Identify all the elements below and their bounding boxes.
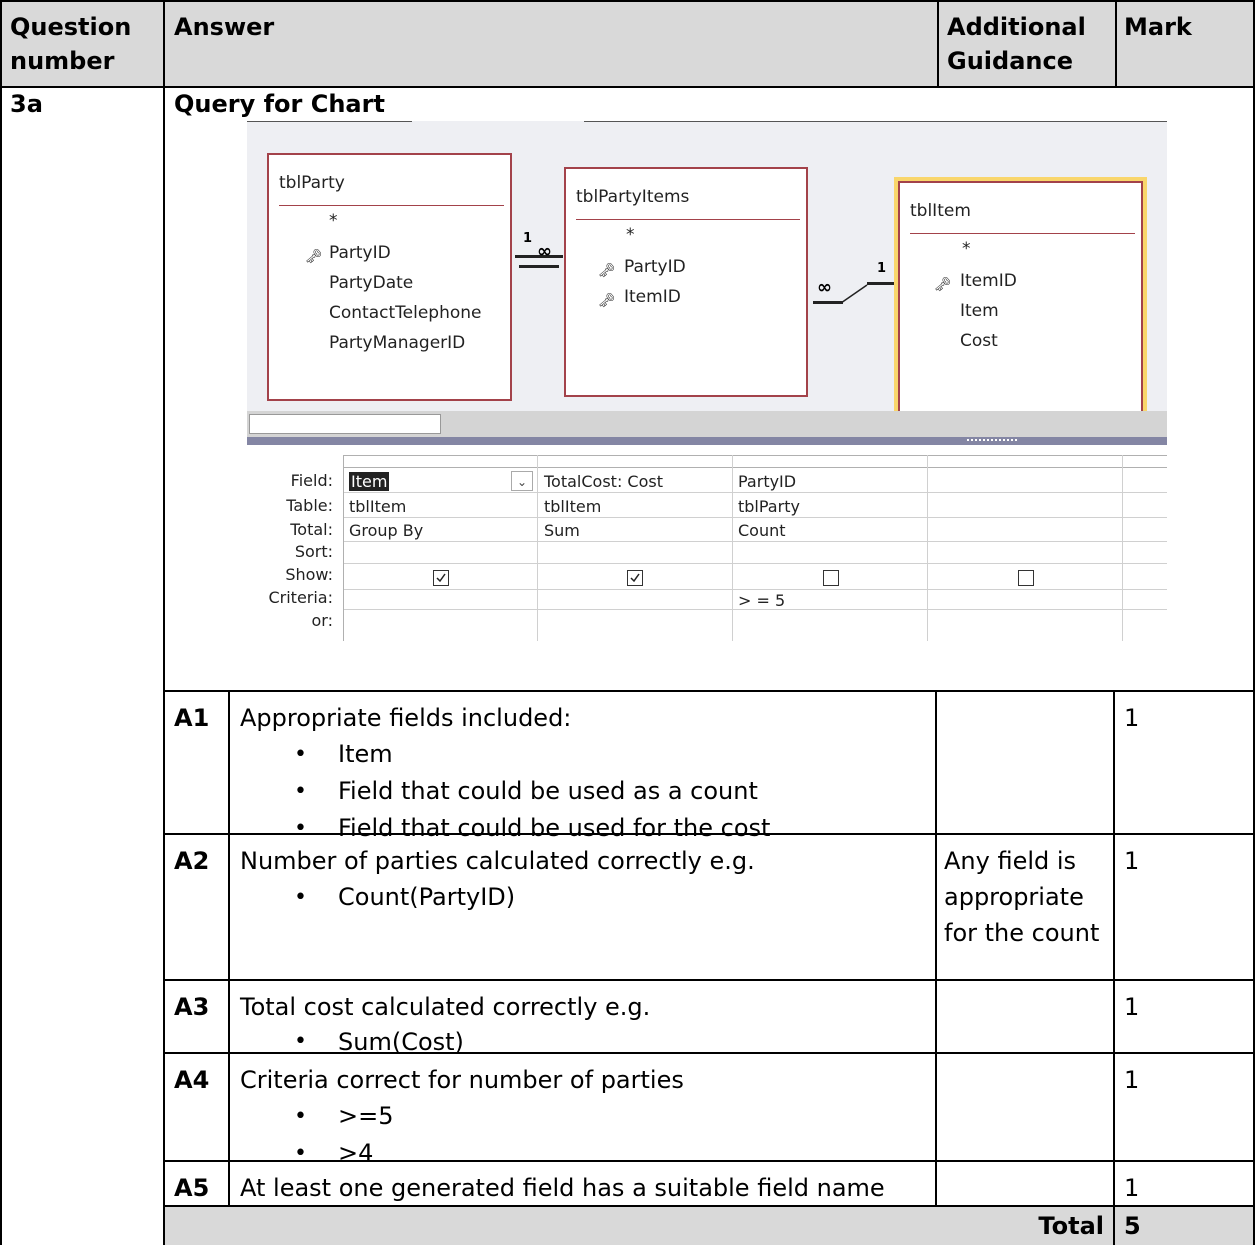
mark-code: A1 bbox=[174, 704, 210, 732]
grid-row-label: Field: bbox=[290, 471, 333, 490]
grid-row-label: or: bbox=[311, 611, 333, 630]
header-mark: Mark bbox=[1124, 13, 1192, 41]
field-item: Item bbox=[960, 301, 999, 321]
header-question-number: Question number bbox=[10, 13, 132, 75]
grid-row-label: Criteria: bbox=[268, 588, 333, 607]
field-item: PartyID bbox=[624, 257, 686, 277]
grid-cell-total[interactable]: Group By bbox=[349, 521, 423, 540]
header-answer: Answer bbox=[174, 13, 275, 41]
field-item: Cost bbox=[960, 331, 998, 351]
mark-criterion: Number of parties calculated correctly e… bbox=[240, 843, 930, 916]
grid-cell-total[interactable]: Count bbox=[738, 521, 786, 540]
table-title: tblItem bbox=[910, 201, 971, 221]
total-label: Total bbox=[1038, 1212, 1104, 1240]
grid-cell-field[interactable]: Item bbox=[349, 472, 390, 491]
field-item: ContactTelephone bbox=[329, 303, 482, 323]
table-box-tblitem[interactable]: tblItem * 🗝 ItemID Item Cost bbox=[898, 181, 1143, 413]
question-number: 3a bbox=[10, 90, 43, 118]
primary-key-icon: 🗝 bbox=[598, 263, 616, 279]
show-checkbox[interactable] bbox=[627, 570, 643, 586]
grid-cell-total[interactable]: Sum bbox=[544, 521, 580, 540]
mark-code: A4 bbox=[174, 1066, 210, 1094]
criterion-bullets: Count(PartyID) bbox=[240, 879, 930, 916]
mark-code: A5 bbox=[174, 1174, 210, 1202]
mark-value: 1 bbox=[1124, 1174, 1140, 1202]
grid-row-label: Sort: bbox=[294, 542, 333, 561]
table-title: tblParty bbox=[279, 173, 345, 193]
mark-value: 1 bbox=[1124, 847, 1140, 875]
relationship-many-label: ∞ bbox=[817, 277, 832, 298]
grid-cell-criteria[interactable]: > = 5 bbox=[738, 591, 785, 610]
grid-row-label: Show: bbox=[285, 565, 333, 584]
mark-code: A3 bbox=[174, 993, 210, 1021]
header-additional-guidance: Additional Guidance bbox=[947, 13, 1086, 75]
bullet-item: Item bbox=[240, 736, 930, 773]
grid-row-label: Total: bbox=[290, 520, 333, 539]
grid-cell-table[interactable]: tblItem bbox=[544, 497, 601, 516]
field-item: PartyManagerID bbox=[329, 333, 466, 353]
field-item: ItemID bbox=[624, 287, 681, 307]
relationship-one-label: 1 bbox=[877, 261, 887, 276]
field-item: PartyID bbox=[329, 243, 391, 263]
primary-key-icon: 🗝 bbox=[934, 277, 952, 293]
table-box-tblparty[interactable]: tblParty * 🗝 PartyID PartyDate ContactTe… bbox=[267, 153, 512, 401]
show-checkbox[interactable] bbox=[823, 570, 839, 586]
mark-value: 1 bbox=[1124, 993, 1140, 1021]
criterion-text: At least one generated field has a suita… bbox=[240, 1174, 885, 1202]
mark-criterion: Appropriate fields included: Item Field … bbox=[240, 700, 930, 847]
grid-row-label: Table: bbox=[286, 496, 333, 515]
query-grid: Field: Table: Total: Sort: Show: Criteri… bbox=[247, 445, 1167, 645]
table-box-tblpartyitems[interactable]: tblPartyItems * 🗝 PartyID 🗝 ItemID bbox=[564, 167, 808, 397]
mark-criterion: Criteria correct for number of parties >… bbox=[240, 1062, 930, 1172]
criterion-bullets: Item Field that could be used as a count… bbox=[240, 736, 930, 847]
table-title: tblPartyItems bbox=[576, 187, 690, 207]
query-design-screenshot: tblParty * 🗝 PartyID PartyDate ContactTe… bbox=[247, 121, 1167, 646]
relationship-many-label: ∞ bbox=[537, 241, 552, 262]
mark-code: A2 bbox=[174, 847, 210, 875]
total-value: 5 bbox=[1124, 1212, 1141, 1240]
criterion-text: Criteria correct for number of parties bbox=[240, 1066, 684, 1094]
field-item: * bbox=[962, 239, 971, 259]
show-checkbox[interactable] bbox=[1018, 570, 1034, 586]
scrollbar-thumb[interactable] bbox=[249, 414, 441, 434]
primary-key-icon: 🗝 bbox=[305, 249, 323, 265]
bullet-item: Field that could be used as a count bbox=[240, 773, 930, 810]
relationship-line bbox=[840, 284, 868, 304]
chevron-down-icon[interactable]: ⌄ bbox=[511, 471, 533, 491]
mark-criterion: Total cost calculated correctly e.g. Sum… bbox=[240, 989, 930, 1059]
bullet-item: Field that could be used for the cost bbox=[240, 810, 930, 847]
primary-key-icon: 🗝 bbox=[598, 293, 616, 309]
mark-value: 1 bbox=[1124, 704, 1140, 732]
grid-cell-table[interactable]: tblParty bbox=[738, 497, 800, 516]
criterion-text: Number of parties calculated correctly e… bbox=[240, 847, 755, 875]
splitter-bar[interactable] bbox=[247, 437, 1167, 445]
bullet-item: >=5 bbox=[240, 1098, 930, 1135]
relationship-one-label: 1 bbox=[523, 231, 533, 246]
show-checkbox[interactable] bbox=[433, 570, 449, 586]
grid-cell-table[interactable]: tblItem bbox=[349, 497, 406, 516]
bullet-item: Count(PartyID) bbox=[240, 879, 930, 916]
criterion-text: Total cost calculated correctly e.g. bbox=[240, 993, 651, 1021]
field-item: ItemID bbox=[960, 271, 1017, 291]
mark-value: 1 bbox=[1124, 1066, 1140, 1094]
bullet-item: >4 bbox=[240, 1135, 930, 1172]
field-item: * bbox=[329, 211, 338, 231]
field-item: * bbox=[626, 225, 635, 245]
grid-cell-field[interactable]: PartyID bbox=[738, 472, 796, 491]
grid-cell-field[interactable]: TotalCost: Cost bbox=[544, 472, 663, 491]
question-title: Query for Chart bbox=[174, 90, 385, 118]
field-item: PartyDate bbox=[329, 273, 414, 293]
mark-guidance: Any field is appropriate for the count bbox=[944, 847, 1100, 947]
criterion-text: Appropriate fields included: bbox=[240, 704, 572, 732]
